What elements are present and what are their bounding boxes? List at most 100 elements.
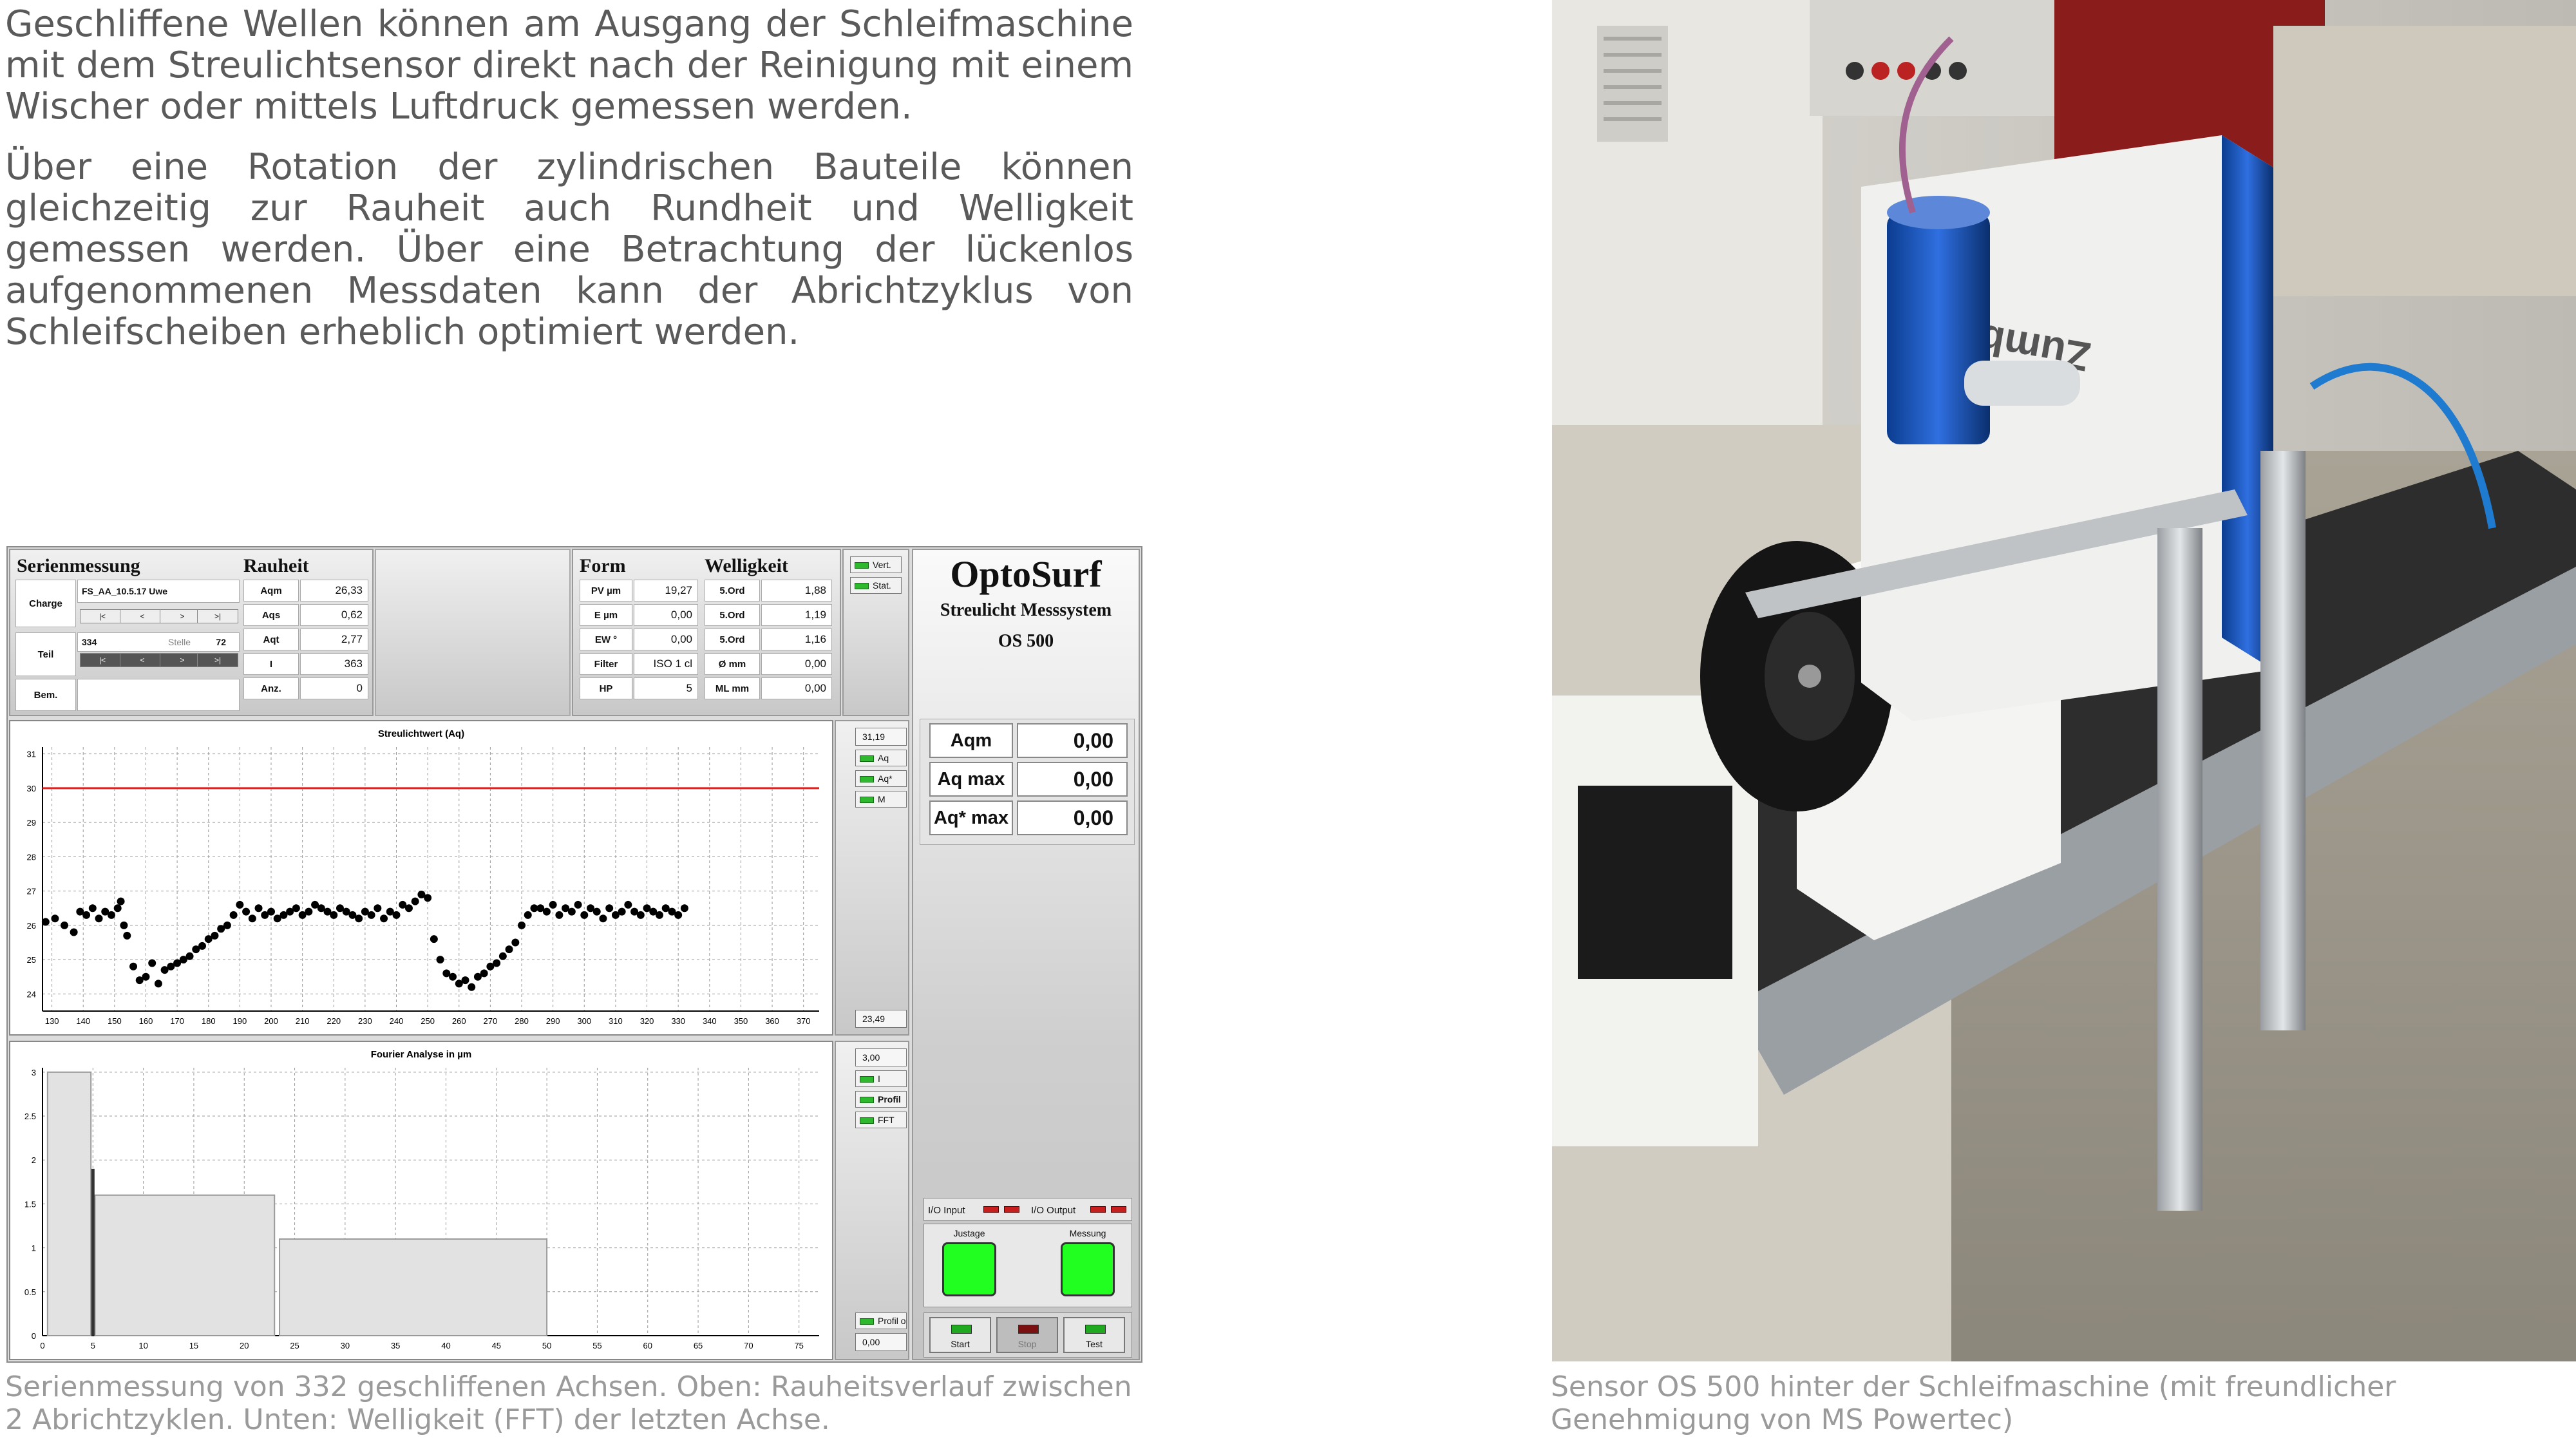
data-point — [292, 904, 300, 913]
chart2-ymin-spinner[interactable]: 0,00 — [855, 1333, 907, 1351]
data-point — [51, 914, 59, 923]
x-tick-label: 230 — [358, 1016, 372, 1026]
data-point — [148, 959, 156, 967]
y-tick-label: 31 — [27, 750, 36, 759]
data-point — [498, 952, 507, 960]
vert-button[interactable]: Vert. — [850, 556, 902, 573]
stop-label: Stop — [1018, 1339, 1037, 1349]
data-point — [549, 900, 557, 909]
chart-title: Fourier Analyse in µm — [371, 1049, 471, 1060]
profil-toggle-label: Profil — [878, 1094, 901, 1104]
sensor-photo: Zumbach — [1552, 0, 2576, 1361]
y-tick-label: 0.5 — [24, 1287, 36, 1297]
rauheit-title: Rauheit — [243, 555, 309, 576]
result-aqmax-value: 0,00 — [1017, 762, 1128, 797]
data-point — [380, 914, 388, 923]
charge-last-button[interactable]: >| — [197, 609, 238, 623]
x-tick-label: 350 — [734, 1016, 748, 1026]
x-tick-label: 320 — [640, 1016, 654, 1026]
chart1-ymin-spinner[interactable]: 23,49 — [855, 1010, 907, 1028]
start-button[interactable]: Start — [929, 1317, 991, 1353]
data-point — [82, 911, 91, 919]
x-tick-label: 150 — [108, 1016, 122, 1026]
y-tick-label: 0 — [32, 1331, 36, 1341]
fft-toggle[interactable]: FFT — [855, 1112, 907, 1128]
start-label: Start — [951, 1339, 970, 1349]
form-label: E µm — [580, 604, 632, 626]
io-output-led-2 — [1111, 1206, 1126, 1213]
data-point — [542, 907, 551, 916]
data-point — [211, 931, 219, 940]
x-tick-label: 190 — [233, 1016, 247, 1026]
form-panel: Form Welligkeit PV µm 19,27 5.Ord 1,88 E … — [572, 549, 841, 716]
x-tick-label: 0 — [40, 1341, 44, 1350]
form-value: 0,00 — [634, 629, 698, 650]
x-tick-label: 220 — [327, 1016, 341, 1026]
fourier-chart-panel: Fourier Analyse in µm 0 5 10 15 20 25 30 35 40 45 5… — [9, 1041, 833, 1360]
data-point — [574, 900, 582, 909]
data-point — [41, 918, 50, 926]
data-point — [236, 900, 244, 909]
data-point — [468, 983, 476, 991]
aq-star-toggle[interactable]: Aq* — [855, 770, 907, 787]
data-point — [229, 911, 238, 919]
x-tick-label: 45 — [492, 1341, 501, 1350]
profil-toggle[interactable]: Profil — [855, 1091, 907, 1108]
y-tick-label: 1.5 — [24, 1199, 36, 1209]
aq-toggle[interactable]: Aq — [855, 750, 907, 766]
data-point — [411, 897, 419, 905]
data-point — [555, 911, 564, 919]
y-tick-label: 25 — [27, 955, 36, 965]
bem-field[interactable] — [77, 679, 240, 711]
teil-value-field[interactable]: 334 Stelle 72 — [77, 632, 240, 652]
data-point — [185, 952, 194, 960]
x-tick-label: 130 — [45, 1016, 59, 1026]
charge-prev-button[interactable]: < — [120, 609, 165, 623]
form-value: ISO 1 cl — [634, 653, 698, 675]
data-point — [430, 935, 438, 943]
intro-text: Geschliffene Wellen können am Ausgang de… — [5, 4, 1133, 372]
stat-label: Stat. — [873, 580, 891, 591]
i-toggle[interactable]: I — [855, 1070, 907, 1087]
form-value: 0,00 — [634, 604, 698, 626]
form-title: Form — [580, 555, 626, 576]
data-point — [461, 976, 469, 985]
m-toggle-label: M — [878, 794, 886, 804]
control-buttons-bar: Start Stop Test — [923, 1312, 1132, 1358]
form-label: EW ° — [580, 629, 632, 650]
aq-toggle-label: Aq — [878, 753, 889, 763]
left-caption: Serienmessung von 332 geschliffenen Achs… — [5, 1370, 1132, 1436]
stat-button[interactable]: Stat. — [850, 577, 902, 594]
data-point — [636, 911, 645, 919]
data-point — [580, 911, 589, 919]
data-point — [511, 938, 520, 947]
charge-value[interactable]: FS_AA_10.5.17 Uwe — [77, 580, 240, 603]
x-tick-label: 260 — [452, 1016, 466, 1026]
x-tick-label: 270 — [484, 1016, 498, 1026]
chart2-ymax-spinner[interactable]: 3,00 — [855, 1048, 907, 1066]
data-point — [674, 911, 683, 919]
welligkeit-label: 5.Ord — [705, 604, 760, 626]
teil-value: 334 — [82, 637, 97, 647]
chart1-ymax-spinner[interactable]: 31,19 — [855, 728, 907, 746]
data-point — [599, 914, 607, 923]
x-tick-label: 200 — [264, 1016, 278, 1026]
teil-prev-button[interactable]: < — [120, 653, 165, 667]
charge-first-button[interactable]: |< — [80, 609, 125, 623]
data-point — [605, 904, 614, 913]
teil-first-button[interactable]: |< — [80, 653, 125, 667]
rauheit-value: 363 — [300, 653, 368, 675]
data-point — [655, 911, 663, 919]
stop-button[interactable]: Stop — [996, 1317, 1058, 1353]
profil-o-toggle[interactable]: Profil o — [855, 1312, 907, 1329]
m-toggle[interactable]: M — [855, 791, 907, 808]
brand-name: OptoSurf — [950, 553, 1102, 595]
x-tick-label: 310 — [609, 1016, 623, 1026]
y-tick-label: 27 — [27, 887, 36, 896]
x-tick-label: 10 — [138, 1341, 147, 1350]
data-point — [449, 972, 457, 981]
teil-last-button[interactable]: >| — [197, 653, 238, 667]
test-button[interactable]: Test — [1063, 1317, 1125, 1353]
charge-label: Charge — [15, 580, 76, 627]
data-point — [424, 894, 432, 902]
